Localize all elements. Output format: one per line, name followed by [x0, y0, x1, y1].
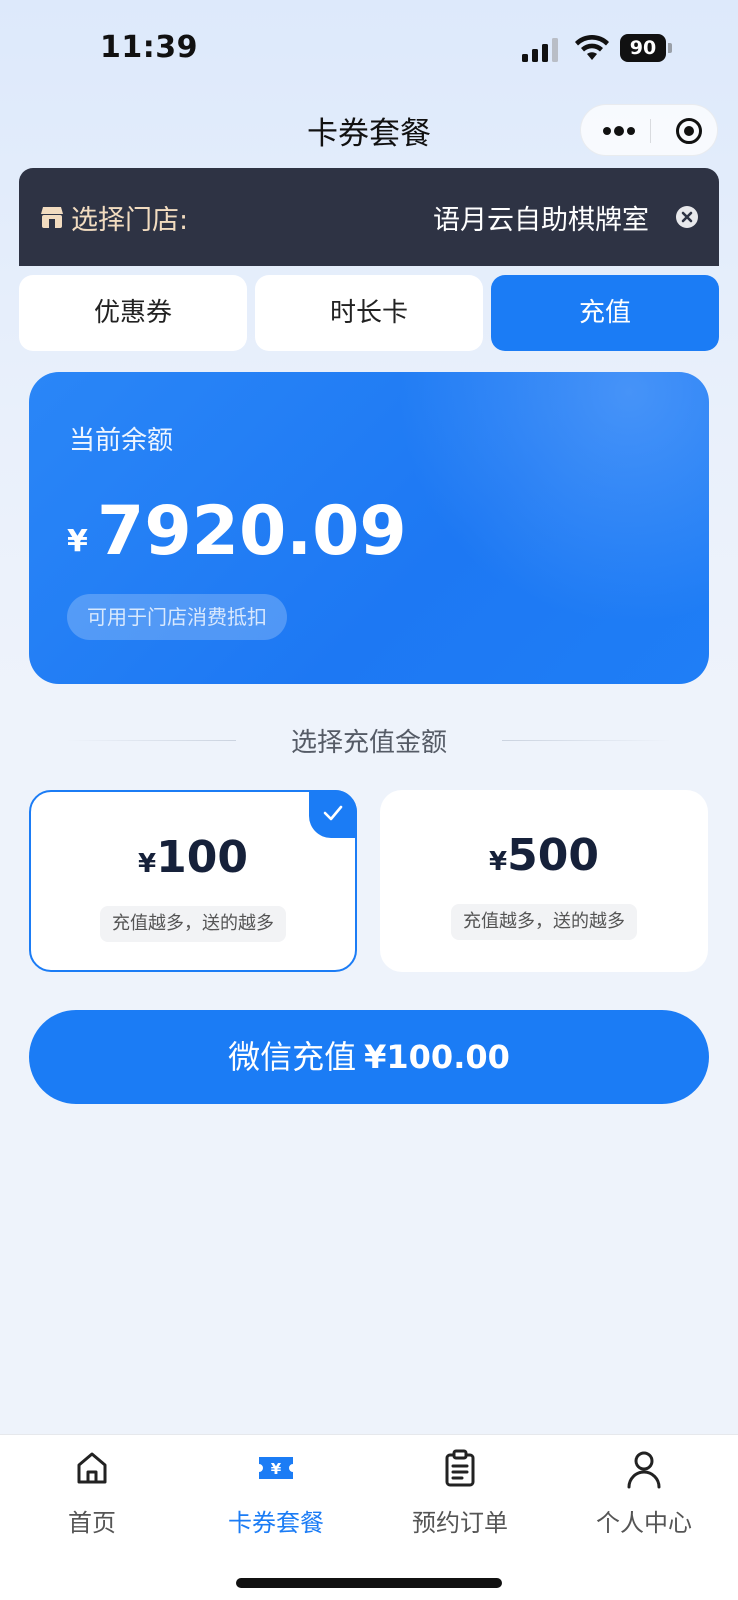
mini-program-capsule: [580, 104, 718, 156]
close-mini-program-icon[interactable]: [675, 117, 703, 145]
battery-tip: [668, 43, 672, 53]
pay-button-amount: ¥100.00: [364, 1038, 510, 1076]
option-hint: 充值越多，送的越多: [100, 906, 286, 942]
status-bar: 11:39 90: [0, 0, 738, 96]
store-icon: [41, 207, 63, 228]
capsule-divider: [650, 119, 651, 143]
more-icon[interactable]: [599, 117, 639, 145]
option-value: 100: [156, 832, 248, 883]
option-hint: 充值越多，送的越多: [451, 904, 637, 940]
check-icon: [323, 805, 343, 821]
clear-store-icon[interactable]: [675, 205, 699, 229]
balance-label: 当前余额: [69, 426, 174, 456]
home-indicator: [236, 1578, 502, 1588]
tabbar-label: 首页: [68, 1509, 116, 1537]
wechat-pay-button[interactable]: 微信充值 ¥100.00: [29, 1010, 709, 1104]
recharge-option-500[interactable]: ¥500 充值越多，送的越多: [380, 790, 708, 972]
wifi-icon: [575, 34, 609, 60]
tab-coupons[interactable]: 优惠券: [19, 275, 247, 351]
clipboard-icon: [445, 1449, 475, 1487]
option-value: 500: [507, 830, 599, 881]
balance-note: 可用于门店消费抵扣: [67, 594, 287, 640]
balance-amount: 7920.09: [97, 492, 407, 571]
status-time: 11:39: [100, 30, 198, 65]
battery-icon: 90: [620, 34, 672, 62]
pay-button-label: 微信充值: [228, 1038, 357, 1076]
tab-time-cards[interactable]: 时长卡: [255, 275, 483, 351]
store-name[interactable]: 语月云自助棋牌室: [433, 198, 649, 237]
page: 11:39 90 卡券套餐 选择门店: 语月云自助棋牌室 优惠券 时长卡 充值 …: [0, 0, 738, 1600]
option-currency: ¥: [489, 847, 508, 877]
svg-text:¥: ¥: [271, 1460, 282, 1478]
tabbar-label: 卡券套餐: [228, 1509, 324, 1537]
balance-currency: ¥: [67, 524, 88, 559]
tab-recharge[interactable]: 充值: [491, 275, 719, 351]
home-icon: [77, 1452, 107, 1484]
balance-card: 当前余额 ¥ 7920.09 可用于门店消费抵扣: [29, 372, 709, 684]
ticket-icon: ¥: [259, 1457, 293, 1479]
battery-level: 90: [620, 34, 666, 62]
store-selector[interactable]: 选择门店: 语月云自助棋牌室: [19, 168, 719, 266]
person-icon: [627, 1451, 661, 1489]
option-currency: ¥: [138, 849, 157, 879]
tabbar-label: 预约订单: [412, 1509, 508, 1537]
option-amount: ¥500: [380, 830, 708, 881]
tabbar-item-home[interactable]: 首页: [0, 1449, 184, 1549]
tabbar-item-tickets[interactable]: ¥ 卡券套餐: [184, 1449, 368, 1549]
tabbar-label: 个人中心: [596, 1509, 692, 1537]
tabbar-item-profile[interactable]: 个人中心: [552, 1449, 736, 1549]
store-selector-label: 选择门店:: [71, 205, 189, 236]
selected-check-badge: [309, 790, 357, 838]
recharge-option-100[interactable]: ¥100 充值越多，送的越多: [29, 790, 357, 972]
bottom-tab-bar: 首页 ¥ 卡券套餐 预约订单 个人中心: [0, 1434, 738, 1600]
option-amount: ¥100: [31, 832, 355, 883]
cellular-signal-icon: [522, 38, 558, 62]
tabbar-item-orders[interactable]: 预约订单: [368, 1449, 552, 1549]
section-divider-right: [502, 740, 672, 741]
